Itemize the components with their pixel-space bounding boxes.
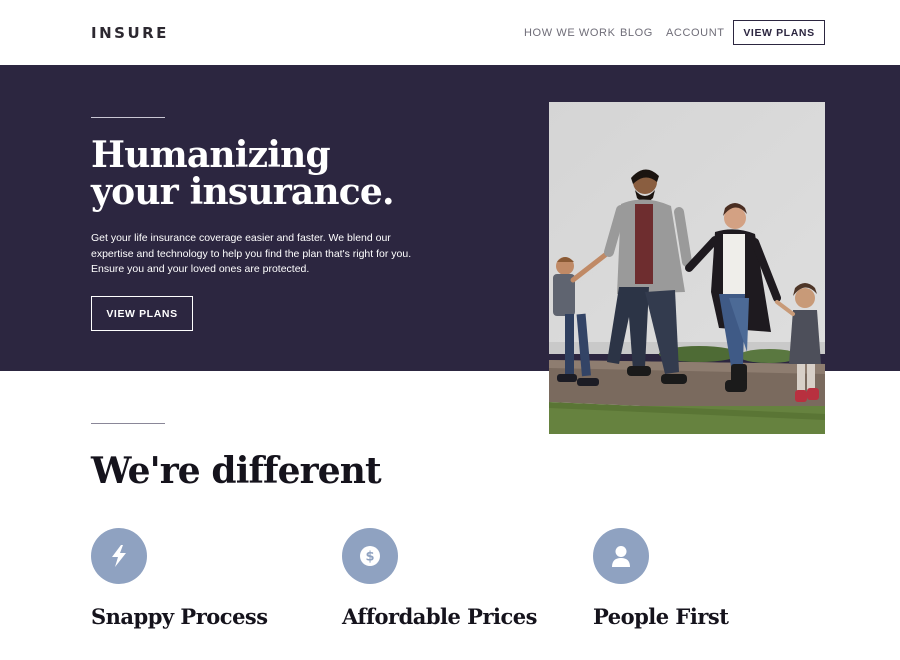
hero-description: Get your life insurance coverage easier … [91,232,412,275]
dollar-icon: $ [342,528,398,584]
hero-title-line2: your insurance. [91,171,395,213]
lightning-icon [91,528,147,584]
section-divider [91,423,165,424]
different-section-title: We're different [91,450,382,492]
nav-account[interactable]: ACCOUNT [666,27,725,39]
nav-how-we-work[interactable]: HOW WE WORK [524,27,616,39]
person-icon [593,528,649,584]
hero-title: Humanizing your insurance. [91,137,421,211]
svg-text:$: $ [365,550,374,565]
hero-title-line1: Humanizing [91,134,331,176]
feature-title-snappy: Snappy Process [91,604,268,629]
family-photo [549,102,825,434]
feature-title-affordable: Affordable Prices [342,604,538,629]
family-illustration [549,102,825,434]
feature-title-people: People First [593,604,729,629]
site-header: INSURE HOW WE WORK BLOG ACCOUNT VIEW PLA… [0,0,900,65]
nav-blog[interactable]: BLOG [620,27,653,39]
view-plans-header-button[interactable]: VIEW PLANS [733,20,825,45]
logo[interactable]: INSURE [91,24,169,42]
view-plans-hero-button[interactable]: VIEW PLANS [91,296,193,331]
hero-divider [91,117,165,118]
